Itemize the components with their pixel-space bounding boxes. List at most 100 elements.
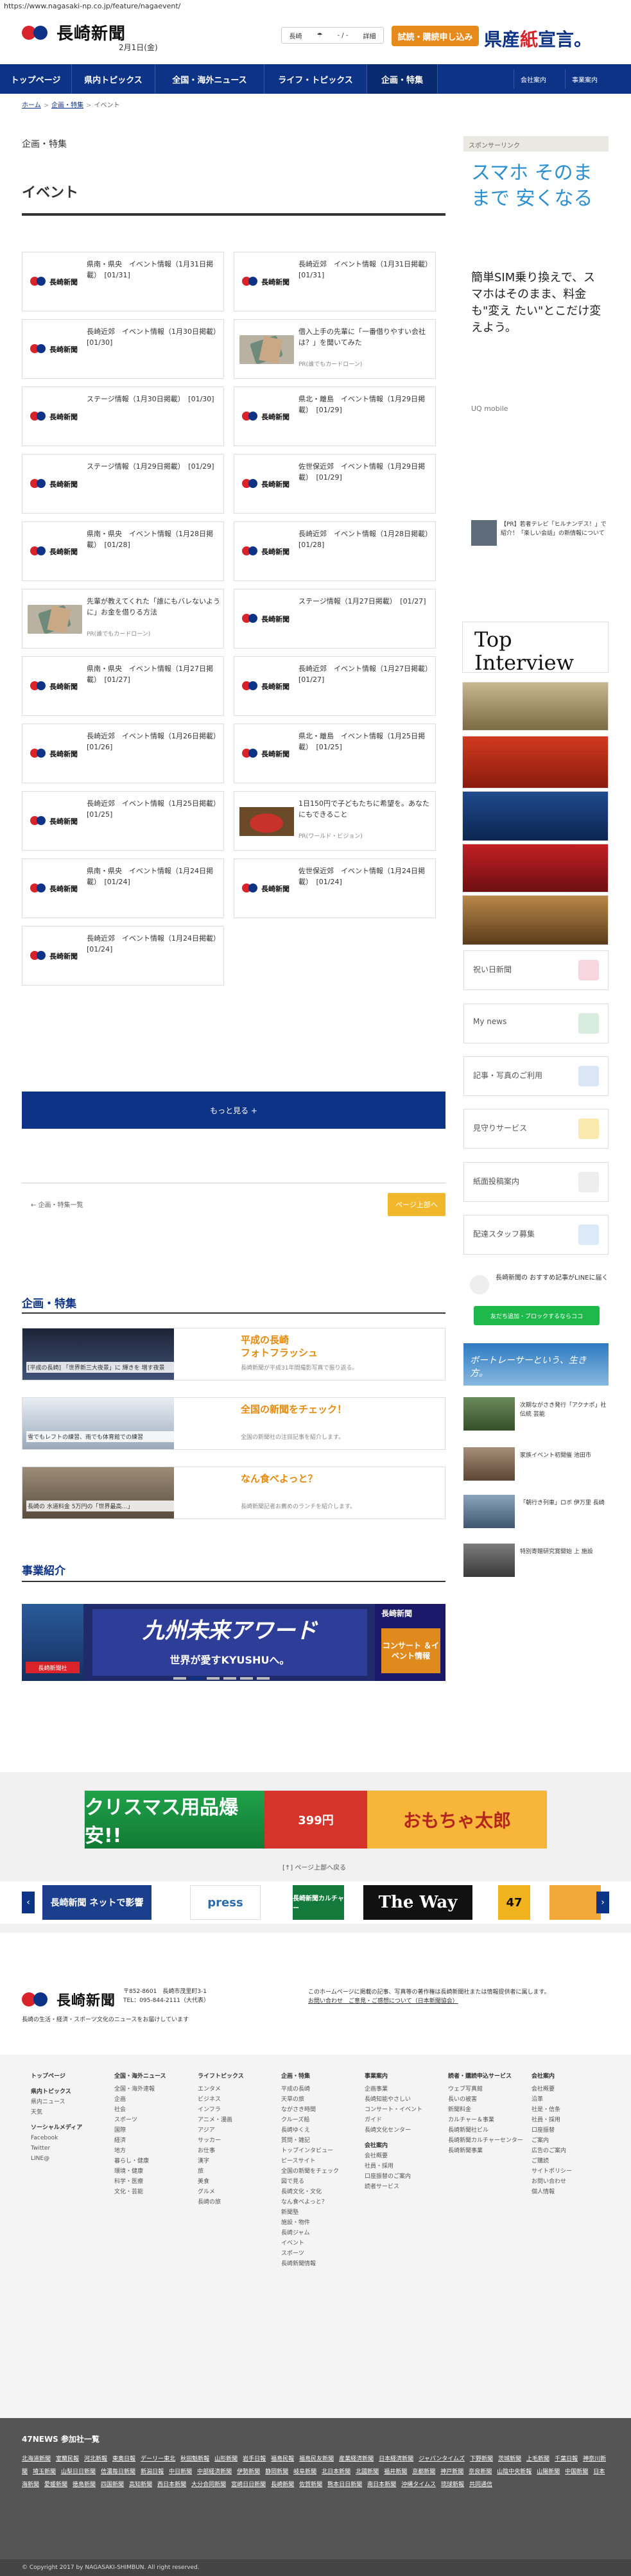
member-paper-link[interactable]: 上毛新聞	[526, 2456, 549, 2462]
sitemap-link[interactable]: 美食	[198, 2177, 244, 2187]
sitemap-link[interactable]: 社員・採用	[532, 2115, 572, 2125]
sitemap-link[interactable]: コンサート・イベント	[365, 2105, 422, 2115]
sitemap-link[interactable]: アジア	[198, 2125, 244, 2136]
sitemap-link[interactable]: 長崎ジャム	[281, 2228, 339, 2238]
sitemap-link[interactable]: 口座振替	[532, 2125, 572, 2136]
heisei-banner[interactable]	[462, 682, 609, 731]
carousel-dot[interactable]	[223, 1677, 236, 1680]
sitemap-link[interactable]: 新聞塾	[281, 2207, 339, 2218]
event-card[interactable]: 1日150円で子どもたちに希望を。あなたにもできること PR(ワールド・ビジョン)	[234, 791, 436, 851]
member-paper-link[interactable]: 沖縄タイムス	[401, 2482, 436, 2488]
campaign-banner[interactable]	[462, 791, 609, 841]
sitemap-link[interactable]: インフラ	[198, 2105, 244, 2115]
sitemap-link[interactable]: 新聞料金	[448, 2105, 523, 2115]
event-card[interactable]: 長崎新聞 長崎近郊 イベント情報（1月27日掲載） [01/27]	[234, 656, 436, 716]
member-paper-link[interactable]: 秋田魁新報	[180, 2456, 209, 2462]
nav-company[interactable]: 会社案内	[514, 69, 553, 89]
event-card[interactable]: 借入上手の先輩に「一番借りやすい会社は？」を聞いてみた PR(誰でもカードローン)	[234, 319, 436, 379]
sitemap-link[interactable]: 図で見る	[281, 2177, 339, 2187]
member-paper-link[interactable]: 福井新聞	[384, 2469, 407, 2475]
back-to-features-link[interactable]: ← 企画・特集一覧	[31, 1199, 83, 1209]
sitemap-link[interactable]: 経済	[114, 2136, 166, 2146]
member-paper-link[interactable]: 南日本新聞	[367, 2482, 396, 2488]
sitemap-link[interactable]: ながさき時間	[281, 2105, 339, 2115]
member-paper-link[interactable]: 伊勢新聞	[237, 2469, 260, 2475]
carousel-prev-arrow-icon[interactable]: ‹	[22, 1892, 35, 1913]
member-paper-link[interactable]: 高知新聞	[129, 2482, 152, 2488]
sitemap-link[interactable]: 口座振替のご案内	[365, 2171, 422, 2182]
sitemap-link[interactable]: 長崎文化センター	[365, 2125, 422, 2136]
footer-contact-link[interactable]: お問い合わせ ご意見・ご感想について（日本新聞協会）	[308, 1998, 458, 2005]
sitemap-link[interactable]: ご案内	[532, 2136, 572, 2146]
sitemap-link[interactable]: 長崎の旅	[198, 2197, 244, 2207]
sitemap-link[interactable]: 企画	[114, 2094, 166, 2105]
member-paper-link[interactable]: 大分合同新聞	[191, 2482, 226, 2488]
event-card[interactable]: 長崎新聞 長崎近郊 イベント情報（1月24日掲載） [01/24]	[22, 926, 224, 986]
web-photo-banner[interactable]	[462, 895, 609, 945]
member-paper-link[interactable]: 佐賀新聞	[299, 2482, 322, 2488]
sitemap-link[interactable]: 長いの被害	[448, 2094, 523, 2105]
nav-local-topics[interactable]: 県内トピックス	[72, 64, 155, 94]
sitemap-link[interactable]: 科学・医療	[114, 2177, 166, 2187]
event-card[interactable]: 長崎新聞 県南・県央 イベント情報（1月24日掲載） [01/24]	[22, 858, 224, 918]
sitemap-link[interactable]: 長崎知能やさしい	[365, 2094, 422, 2105]
sidebar-news-item[interactable]: 家族イベント初開催 池田市	[463, 1447, 609, 1483]
service-celebration[interactable]: 祝い日新聞	[463, 950, 609, 990]
member-paper-link[interactable]: 産業経済新聞	[339, 2456, 374, 2462]
member-paper-link[interactable]: 山陰中央新報	[497, 2469, 532, 2475]
sitemap-subheading[interactable]: 県内トピックス	[31, 2087, 82, 2097]
member-paper-link[interactable]: 熊本日日新聞	[327, 2482, 362, 2488]
url-bar[interactable]: https://www.nagasaki-np.co.jp/feature/na…	[0, 0, 631, 13]
nav-life-topics[interactable]: ライフ・トピックス	[264, 64, 367, 94]
sitemap-link[interactable]: 文化・芸能	[114, 2187, 166, 2197]
more-button[interactable]: もっと見る +	[22, 1092, 445, 1129]
sitemap-link[interactable]: 企画事業	[365, 2084, 422, 2094]
member-paper-link[interactable]: 北海道新聞	[22, 2456, 51, 2462]
sitemap-link[interactable]: 社会	[114, 2105, 166, 2115]
member-paper-link[interactable]: 宮崎日日新聞	[231, 2482, 266, 2488]
member-paper-link[interactable]: 神戸新聞	[440, 2469, 463, 2475]
breadcrumb-features[interactable]: 企画・特集	[51, 102, 83, 109]
sitemap-link[interactable]: 漢字	[198, 2156, 244, 2166]
sitemap-link[interactable]: LINE@	[31, 2154, 82, 2164]
sitemap-link[interactable]: 社是・信条	[532, 2105, 572, 2115]
sitemap-link[interactable]: 国際	[114, 2125, 166, 2136]
sitemap-heading[interactable]: ライフトピックス	[198, 2071, 244, 2082]
sitemap-link[interactable]: クルーズ船	[281, 2115, 339, 2125]
carousel-dot[interactable]	[207, 1677, 220, 1680]
weather-more-link[interactable]: 詳細	[363, 31, 376, 40]
sitemap-heading[interactable]: 事業案内	[365, 2071, 422, 2082]
member-paper-link[interactable]: 北國新聞	[356, 2469, 379, 2475]
partner-logo[interactable]: 47	[498, 1885, 530, 1920]
feature-item[interactable]: 雪でもレフトの練習、雨でも体育館での練習 全国の新聞をチェック！ 全国の新聞社の…	[22, 1397, 445, 1450]
feature-item[interactable]: [平成の長崎] 「世界新三大夜景」に 輝きを 増す夜景 平成の長崎 フォトフラッシ…	[22, 1328, 445, 1380]
sitemap-heading[interactable]: 企画・特集	[281, 2071, 339, 2082]
sitemap-link[interactable]: 全国・海外速報	[114, 2084, 166, 2094]
member-paper-link[interactable]: 山梨日日新聞	[61, 2469, 96, 2475]
page-top-button[interactable]: ページ上部へ	[388, 1193, 445, 1216]
event-card[interactable]: 長崎新聞 ステージ情報（1月29日掲載） [01/29]	[22, 454, 224, 514]
member-paper-link[interactable]: 福島民友新聞	[299, 2456, 334, 2462]
sitemap-link[interactable]: 長崎ゆくえ	[281, 2125, 339, 2136]
sitemap-link[interactable]: お問い合わせ	[532, 2177, 572, 2187]
event-card[interactable]: 長崎新聞 長崎近郊 イベント情報（1月28日掲載） [01/28]	[234, 521, 436, 581]
member-paper-link[interactable]: 西日本新聞	[157, 2482, 186, 2488]
partner-logo-partial[interactable]	[549, 1885, 601, 1920]
sitemap-heading[interactable]: 読者・購読申込サービス	[448, 2071, 523, 2082]
partner-logo[interactable]: 長崎新聞カルチャー	[293, 1885, 344, 1920]
member-paper-link[interactable]: 信濃毎日新聞	[101, 2469, 135, 2475]
sidebar-news-item[interactable]: 「朝行き列車」ロボ 伊万里 長崎	[463, 1495, 609, 1531]
ekiden-banner[interactable]	[462, 844, 609, 892]
sitemap-link[interactable]: 広告のご案内	[532, 2146, 572, 2156]
event-card[interactable]: 長崎新聞 ステージ情報（1月30日掲載） [01/30]	[22, 387, 224, 446]
sitemap-link[interactable]: Twitter	[31, 2143, 82, 2154]
nav-national-news[interactable]: 全国・海外ニュース	[155, 64, 264, 94]
sitemap-link[interactable]: 長崎新聞カルチャーセンター	[448, 2136, 523, 2146]
sitemap-link[interactable]: エンタメ	[198, 2084, 244, 2094]
sitemap-link[interactable]: ご購読	[532, 2156, 572, 2166]
trial-subscribe-button[interactable]: 試読・購読申し込み	[392, 26, 479, 46]
service-mynews[interactable]: My news	[463, 1004, 609, 1043]
service-delivery-staff[interactable]: 配達スタッフ募集	[463, 1215, 609, 1255]
member-paper-link[interactable]: 茨城新聞	[498, 2456, 521, 2462]
sitemap-heading[interactable]: 全国・海外ニュース	[114, 2071, 166, 2082]
